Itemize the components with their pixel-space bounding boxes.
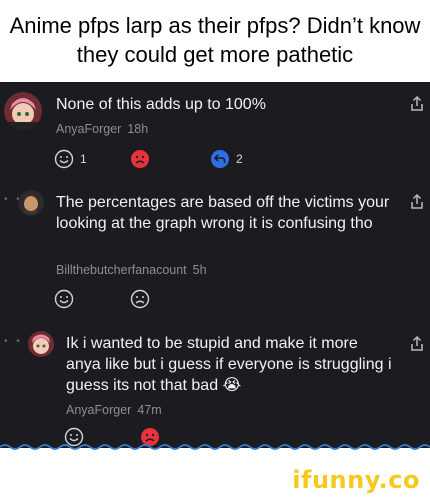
comment-meta: AnyaForger 47m — [66, 402, 162, 418]
avatar[interactable] — [4, 92, 42, 130]
ifunny-watermark: ifunny.co — [292, 466, 420, 494]
like-count: 1 — [80, 152, 87, 166]
reply-count: 2 — [236, 152, 243, 166]
share-icon[interactable] — [410, 194, 424, 210]
watermark-strip: ifunny.co — [0, 444, 430, 500]
comment-time: 5h — [192, 263, 207, 277]
comment-time: 47m — [137, 403, 162, 417]
comment-thread: None of this adds up to 100% AnyaForger 1… — [0, 82, 430, 448]
author-name[interactable]: AnyaForger — [66, 403, 131, 417]
avatar[interactable] — [28, 331, 54, 357]
avatar[interactable] — [18, 190, 44, 216]
avatar-image — [18, 190, 44, 216]
dislike-button[interactable] — [130, 288, 150, 310]
comment-text: Ik i wanted to be stupid and make it mor… — [66, 335, 392, 394]
avatar-image — [28, 331, 54, 357]
like-button[interactable] — [54, 288, 74, 310]
thread-indent-marker: • • — [4, 336, 23, 347]
dislike-button[interactable] — [130, 148, 150, 170]
smile-icon — [54, 289, 74, 309]
comment-3: • • Ik i wanted to be stupid and make it… — [0, 322, 430, 448]
reply-icon — [211, 150, 229, 168]
wave-divider — [0, 444, 430, 450]
comment-meta: Billthebutcherfanacount 5h — [56, 262, 207, 278]
replies-button[interactable]: 2 — [210, 148, 243, 170]
comment-1: None of this adds up to 100% AnyaForger 1… — [0, 82, 430, 182]
avatar-image — [4, 92, 42, 130]
smile-icon — [54, 149, 74, 169]
like-button[interactable]: 1 — [54, 148, 87, 170]
author-name[interactable]: Billthebutcherfanacount — [56, 263, 187, 277]
sad-face-icon — [130, 289, 150, 309]
comment-meta: AnyaForger 18h — [56, 121, 148, 137]
comment-time: 18h — [127, 122, 149, 136]
reaction-bar — [54, 288, 174, 310]
meme-caption: Anime pfps larp as their pfps? Didn’t kn… — [0, 0, 430, 82]
sad-face-icon — [131, 150, 149, 168]
comment-2: • • The percentages are based off the vi… — [0, 182, 430, 312]
share-icon[interactable] — [410, 336, 424, 352]
reaction-bar: 1 2 — [54, 148, 254, 170]
comment-text: None of this adds up to 100% — [56, 96, 266, 113]
comment-text: The percentages are based off the victim… — [56, 194, 390, 232]
share-icon[interactable] — [410, 96, 424, 112]
author-name[interactable]: AnyaForger — [56, 122, 121, 136]
